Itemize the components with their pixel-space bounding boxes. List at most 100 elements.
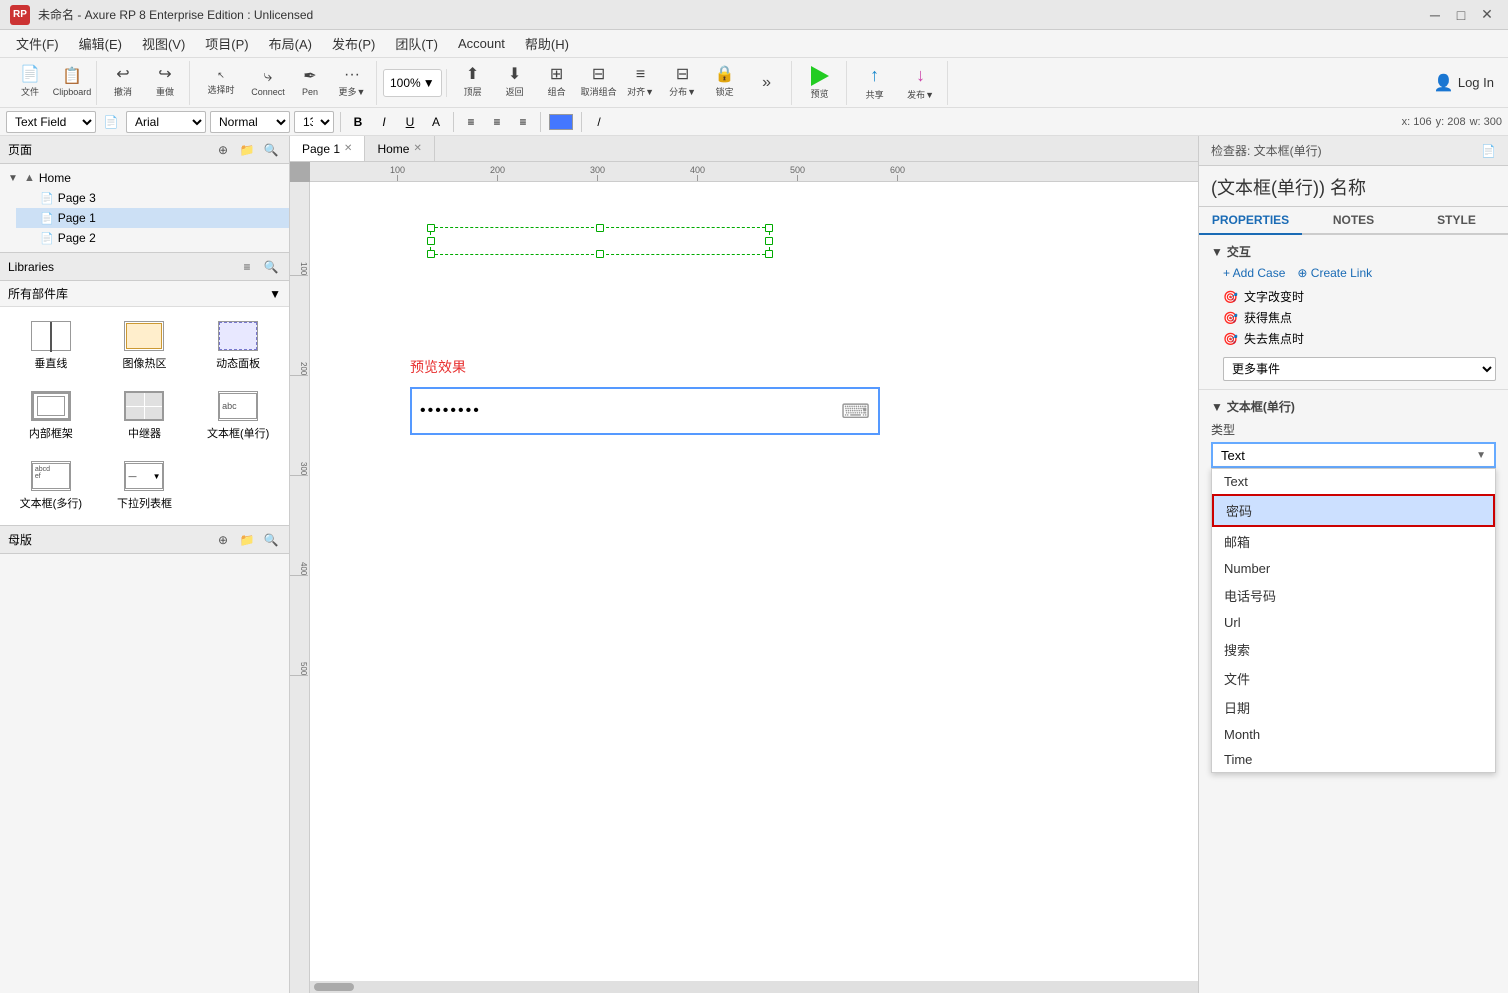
fill-color-button[interactable]	[549, 114, 573, 130]
menu-layout[interactable]: 布局(A)	[261, 31, 320, 56]
dropdown-option-phone[interactable]: 电话号码	[1212, 581, 1495, 610]
preview-button[interactable]: 预览	[798, 61, 842, 105]
more-arrange-button[interactable]: »	[747, 61, 787, 105]
redo-button[interactable]: ↪ 重做	[145, 61, 185, 105]
align-button[interactable]: ≡ 对齐▼	[621, 61, 661, 105]
publish-button[interactable]: ↓ 发布▼	[899, 61, 943, 105]
canvas-body[interactable]: 100 200 300 400 500	[290, 162, 1198, 993]
pen-button[interactable]: ✒ Pen	[290, 61, 330, 105]
font-color-button[interactable]: A	[425, 111, 447, 133]
align-left-button[interactable]: ≡	[460, 111, 482, 133]
italic-button[interactable]: I	[373, 111, 395, 133]
new-file-button[interactable]: 📄 文件	[10, 61, 50, 105]
distribute-button[interactable]: ⊟ 分布▼	[663, 61, 703, 105]
tree-item-page3[interactable]: 📄 Page 3	[16, 188, 289, 208]
handle-br[interactable]	[765, 250, 773, 258]
preview-input[interactable]: •••••••• ⌨	[410, 387, 880, 435]
zoom-select[interactable]: 100% ▼	[383, 69, 442, 97]
align-center-button[interactable]: ≡	[486, 111, 508, 133]
comp-innerframe[interactable]: 内部框架	[8, 385, 94, 447]
add-folder-button[interactable]: 📁	[237, 140, 257, 160]
back-button[interactable]: ⬇ 返回	[495, 61, 535, 105]
comp-txtfieldmulti[interactable]: abcdef 文本框(多行)	[8, 455, 94, 517]
libraries-search-button[interactable]: 🔍	[261, 257, 281, 277]
add-master-button[interactable]: ⊕	[213, 530, 233, 550]
tab-properties[interactable]: PROPERTIES	[1199, 207, 1302, 235]
size-select[interactable]: 13	[294, 111, 334, 133]
close-tab-page1[interactable]: ✕	[344, 143, 352, 154]
font-select[interactable]: Arial	[126, 111, 206, 133]
comp-vertline[interactable]: 垂直线	[8, 315, 94, 377]
tree-item-page2[interactable]: 📄 Page 2	[16, 228, 289, 248]
tab-style[interactable]: STYLE	[1405, 207, 1508, 233]
widget-icon-button[interactable]: 📄	[100, 111, 122, 133]
connect-button[interactable]: ⤷ Connect	[248, 61, 288, 105]
libraries-dropdown[interactable]: 所有部件库 ▼	[0, 281, 289, 307]
underline-button[interactable]: U	[399, 111, 421, 133]
comp-relay[interactable]: 中继器	[102, 385, 188, 447]
handle-bm[interactable]	[596, 250, 604, 258]
tree-item-page1[interactable]: 📄 Page 1	[16, 208, 289, 228]
handle-tl[interactable]	[427, 224, 435, 232]
tree-item-home[interactable]: ▼ ▲ Home	[0, 168, 289, 188]
close-button[interactable]: ✕	[1476, 4, 1498, 26]
share-button[interactable]: ↑ 共享	[853, 61, 897, 105]
canvas-tab-home[interactable]: Home ✕	[365, 136, 434, 161]
tab-notes[interactable]: NOTES	[1302, 207, 1405, 233]
canvas-scrollbar-h[interactable]	[310, 981, 1198, 993]
add-page-button[interactable]: ⊕	[213, 140, 233, 160]
dropdown-option-search[interactable]: 搜索	[1212, 635, 1495, 664]
menu-publish[interactable]: 发布(P)	[324, 31, 383, 56]
right-panel-scroll[interactable]: ▼ 交互 + Add Case ⊕ Create Link 🎯 文字改变时 🎯 …	[1199, 235, 1508, 993]
search-page-button[interactable]: 🔍	[261, 140, 281, 160]
scrollbar-thumb-h[interactable]	[314, 983, 354, 991]
maximize-button[interactable]: □	[1450, 4, 1472, 26]
bold-button[interactable]: B	[347, 111, 369, 133]
handle-ml[interactable]	[427, 237, 435, 245]
dropdown-option-month[interactable]: Month	[1212, 722, 1495, 747]
add-master-folder-button[interactable]: 📁	[237, 530, 257, 550]
menu-help[interactable]: 帮助(H)	[517, 31, 577, 56]
more-tools-button[interactable]: ··· 更多▼	[332, 61, 372, 105]
undo-button[interactable]: ↩ 撤消	[103, 61, 143, 105]
search-master-button[interactable]: 🔍	[261, 530, 281, 550]
style-select[interactable]: Normal	[210, 111, 290, 133]
canvas-tab-page1[interactable]: Page 1 ✕	[290, 136, 365, 161]
align-right-button[interactable]: ≡	[512, 111, 534, 133]
handle-mr[interactable]	[765, 237, 773, 245]
lock-button[interactable]: 🔒 锁定	[705, 61, 745, 105]
comp-dynpanel[interactable]: 动态面板	[195, 315, 281, 377]
dropdown-option-file[interactable]: 文件	[1212, 664, 1495, 693]
canvas-widget[interactable]	[430, 227, 770, 255]
login-button[interactable]: 👤 Log In	[1426, 69, 1502, 97]
create-link-link[interactable]: ⊕ Create Link	[1297, 266, 1372, 280]
minimize-button[interactable]: ─	[1424, 4, 1446, 26]
more-events-select[interactable]: 更多事件	[1223, 357, 1496, 381]
comp-hotspot[interactable]: 图像热区	[102, 315, 188, 377]
dropdown-option-date[interactable]: 日期	[1212, 693, 1495, 722]
dropdown-option-url[interactable]: Url	[1212, 610, 1495, 635]
canvas-content[interactable]: 预览效果 •••••••• ⌨	[310, 182, 1198, 993]
widget-type-select[interactable]: Text Field	[6, 111, 96, 133]
select-tool-button[interactable]: ↖ 选择时	[196, 61, 246, 105]
menu-account[interactable]: Account	[450, 33, 513, 54]
menu-file[interactable]: 文件(F)	[8, 31, 67, 56]
type-select-box[interactable]: Text ▼	[1211, 442, 1496, 468]
menu-team[interactable]: 团队(T)	[387, 31, 446, 56]
dropdown-option-number[interactable]: Number	[1212, 556, 1495, 581]
group-button[interactable]: ⊞ 组合	[537, 61, 577, 105]
menu-view[interactable]: 视图(V)	[134, 31, 193, 56]
handle-bl[interactable]	[427, 250, 435, 258]
comp-txtfield[interactable]: abc 文本框(单行)	[195, 385, 281, 447]
menu-project[interactable]: 项目(P)	[197, 31, 256, 56]
dropdown-option-email[interactable]: 邮箱	[1212, 527, 1495, 556]
dropdown-option-text[interactable]: Text	[1212, 469, 1495, 494]
clipboard-button[interactable]: 📋 Clipboard	[52, 61, 92, 105]
ungroup-button[interactable]: ⊟ 取消组合	[579, 61, 619, 105]
close-tab-home[interactable]: ✕	[413, 143, 421, 154]
comp-dropdown[interactable]: — ▼ 下拉列表框	[102, 455, 188, 517]
libraries-menu-button[interactable]: ≡	[237, 257, 257, 277]
dropdown-option-time[interactable]: Time	[1212, 747, 1495, 772]
add-case-link[interactable]: + Add Case	[1223, 266, 1285, 280]
top-layer-button[interactable]: ⬆ 顶层	[453, 61, 493, 105]
